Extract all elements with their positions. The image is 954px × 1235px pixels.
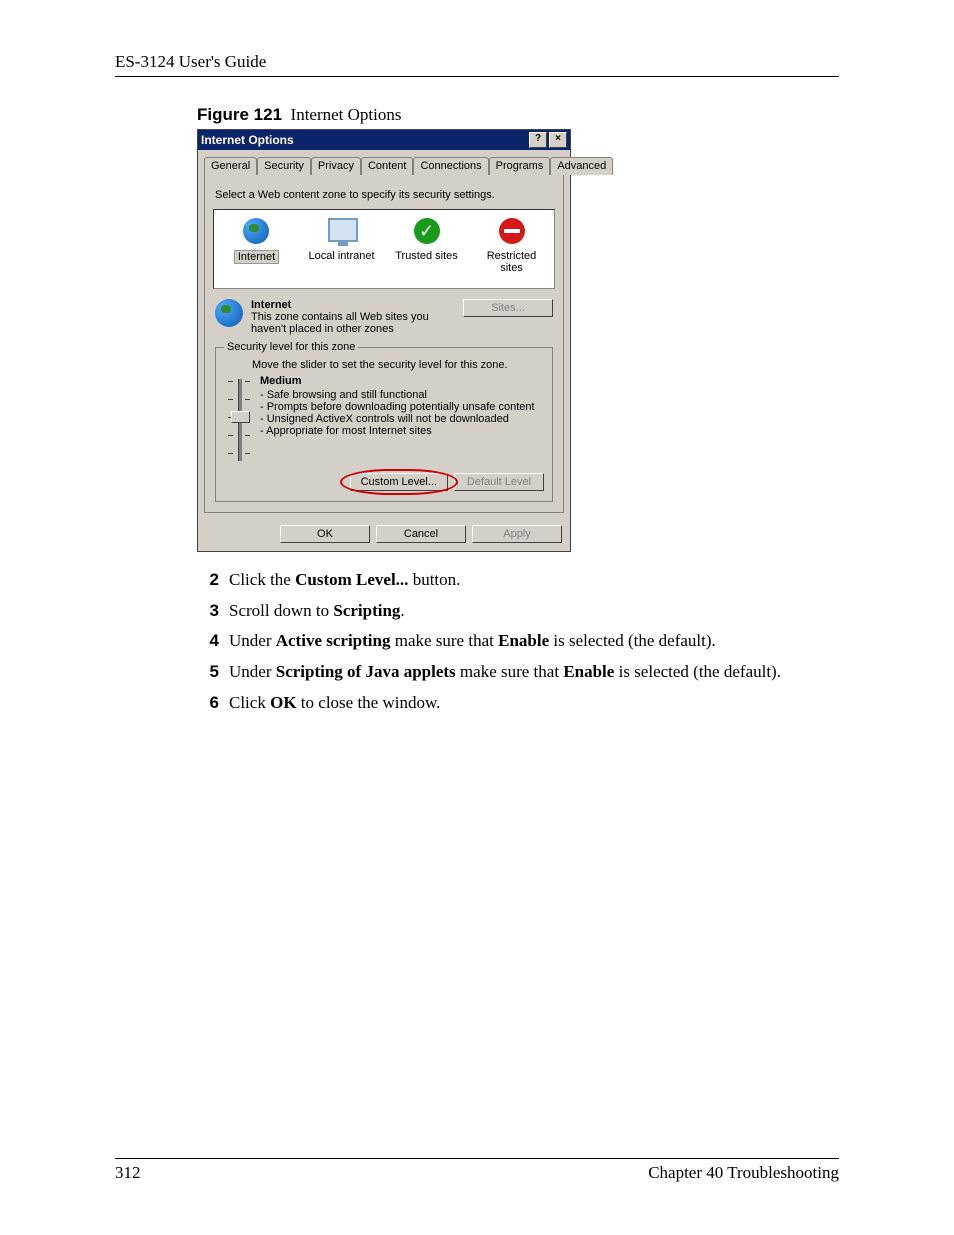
step-4: 4 Under Active scripting make sure that … (195, 629, 839, 654)
zone-trusted-sites[interactable]: ✓ Trusted sites (391, 218, 463, 262)
zone-local-label: Local intranet (308, 250, 374, 262)
tab-general[interactable]: General (204, 157, 257, 175)
cancel-button[interactable]: Cancel (376, 525, 466, 543)
dialog-tabs: General Security Privacy Content Connect… (198, 150, 570, 174)
level-bullet: - Safe browsing and still functional (260, 389, 535, 401)
zone-info-desc: This zone contains all Web sites you hav… (251, 311, 455, 335)
zone-restricted-sites[interactable]: Restricted sites (476, 218, 548, 274)
help-button[interactable]: ? (529, 132, 547, 148)
tab-content[interactable]: Content (361, 157, 414, 175)
zone-instruction: Select a Web content zone to specify its… (215, 189, 553, 201)
security-level-group: Security level for this zone Move the sl… (215, 341, 553, 502)
step-number: 4 (195, 629, 219, 654)
level-bullet: - Appropriate for most Internet sites (260, 425, 535, 437)
step-6: 6 Click OK to close the window. (195, 691, 839, 716)
dialog-button-row: OK Cancel Apply (198, 519, 570, 551)
zone-internet-label: Internet (234, 250, 279, 264)
zone-local-intranet[interactable]: Local intranet (306, 218, 378, 262)
level-description: Medium - Safe browsing and still functio… (260, 375, 535, 465)
step-3: 3 Scroll down to Scripting. (195, 599, 839, 624)
figure-title: Internet Options (291, 105, 402, 124)
apply-button[interactable]: Apply (472, 525, 562, 543)
tab-programs[interactable]: Programs (489, 157, 551, 175)
zone-internet[interactable]: Internet (221, 218, 293, 264)
monitor-icon (328, 218, 358, 242)
zone-description: Internet This zone contains all Web site… (215, 299, 553, 335)
step-number: 2 (195, 568, 219, 593)
close-button[interactable]: × (549, 132, 567, 148)
check-icon: ✓ (414, 218, 440, 244)
globe-icon (243, 218, 269, 244)
sites-button[interactable]: Sites... (463, 299, 553, 317)
level-bullet: - Unsigned ActiveX controls will not be … (260, 413, 535, 425)
tab-security[interactable]: Security (257, 157, 311, 175)
level-bullet: - Prompts before downloading potentially… (260, 401, 535, 413)
slider-hint: Move the slider to set the security leve… (252, 359, 544, 371)
step-number: 5 (195, 660, 219, 685)
chapter-label: Chapter 40 Troubleshooting (648, 1163, 839, 1183)
dialog-title: Internet Options (201, 133, 527, 147)
internet-options-dialog: Internet Options ? × General Security Pr… (197, 129, 571, 552)
security-slider[interactable] (228, 375, 250, 465)
dialog-titlebar: Internet Options ? × (198, 130, 570, 150)
security-panel: Select a Web content zone to specify its… (204, 174, 564, 513)
nosign-icon (499, 218, 525, 244)
zone-trusted-label: Trusted sites (395, 250, 458, 262)
step-number: 3 (195, 599, 219, 624)
page-header: ES-3124 User's Guide (115, 52, 839, 77)
security-legend: Security level for this zone (224, 341, 358, 353)
page-number: 312 (115, 1163, 141, 1183)
tab-connections[interactable]: Connections (413, 157, 488, 175)
custom-level-button[interactable]: Custom Level... (350, 473, 448, 491)
instruction-steps: 2 Click the Custom Level... button. 3 Sc… (195, 568, 839, 715)
custom-level-highlight: Custom Level... (350, 473, 448, 491)
step-2: 2 Click the Custom Level... button. (195, 568, 839, 593)
globe-icon (215, 299, 243, 327)
page-footer: 312 Chapter 40 Troubleshooting (115, 1158, 839, 1183)
figure-label: Figure 121 (197, 105, 282, 124)
step-5: 5 Under Scripting of Java applets make s… (195, 660, 839, 685)
zone-info-title: Internet (251, 299, 455, 311)
tab-privacy[interactable]: Privacy (311, 157, 361, 175)
figure-caption: Figure 121 Internet Options (197, 105, 839, 125)
level-name: Medium (260, 375, 535, 387)
slider-thumb[interactable] (231, 411, 250, 423)
ok-button[interactable]: OK (280, 525, 370, 543)
default-level-button[interactable]: Default Level (454, 473, 544, 491)
zone-list: Internet Local intranet ✓ Trusted sites … (213, 209, 555, 289)
step-number: 6 (195, 691, 219, 716)
tab-advanced[interactable]: Advanced (550, 157, 613, 175)
zone-restricted-label: Restricted sites (487, 250, 537, 274)
